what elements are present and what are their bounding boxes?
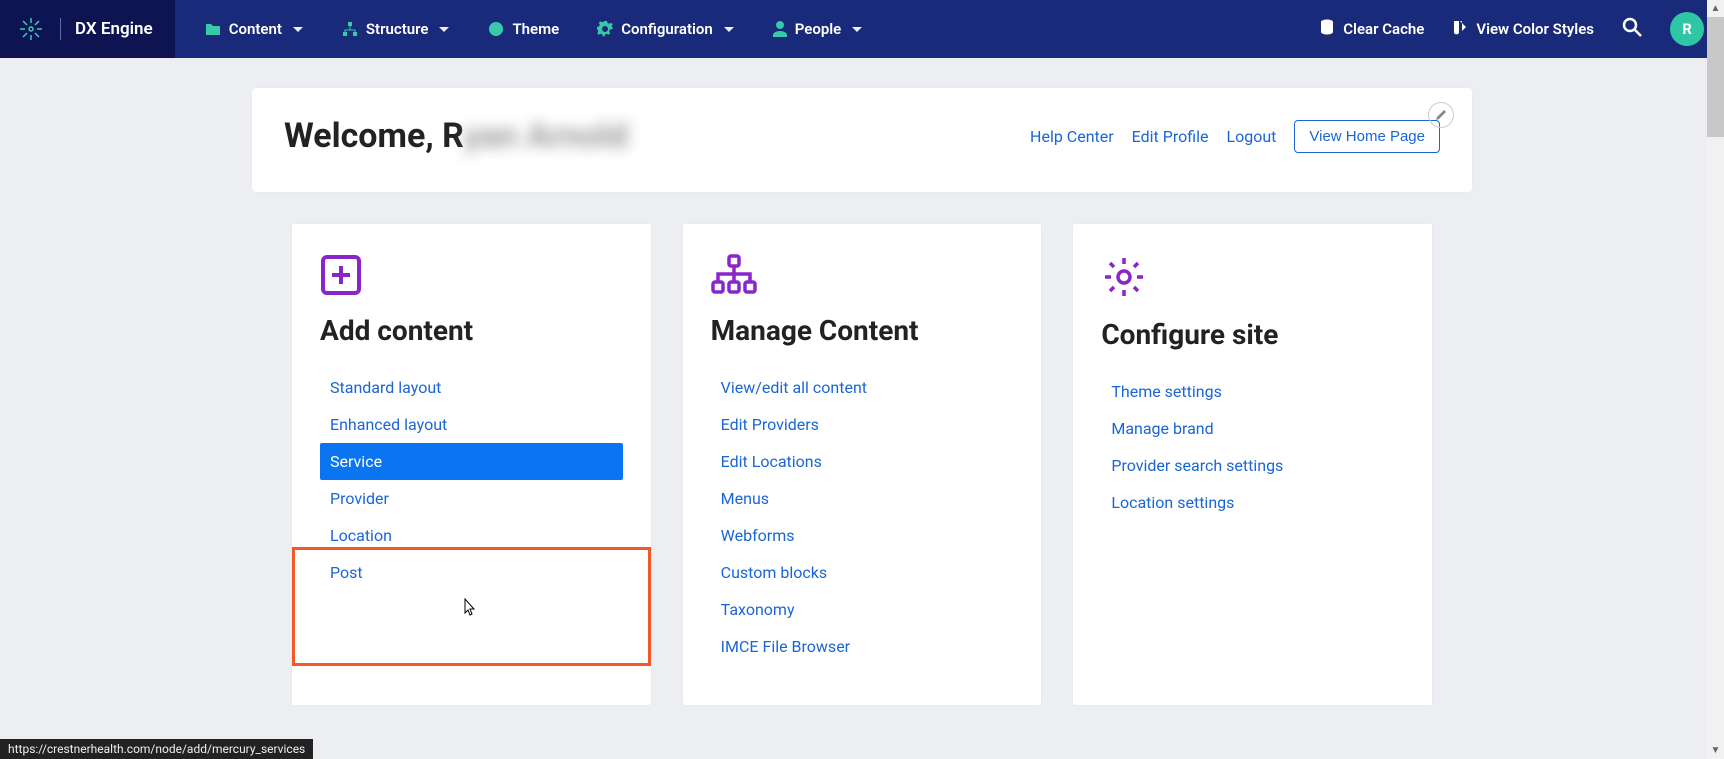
list-item[interactable]: Provider <box>320 480 623 517</box>
gear-large-icon <box>1101 254 1404 304</box>
welcome-bar: Welcome, Ryan Arnold Help Center Edit Pr… <box>252 88 1472 192</box>
manage-content-list: View/edit all contentEdit ProvidersEdit … <box>711 369 1014 665</box>
nav-label: Theme <box>512 20 559 38</box>
add-content-list: Standard layoutEnhanced layoutServicePro… <box>320 369 623 591</box>
search-icon <box>1622 17 1642 41</box>
list-item[interactable]: Location <box>320 517 623 554</box>
clear-cache-button[interactable]: Clear Cache <box>1319 19 1424 39</box>
cursor-icon <box>460 598 478 620</box>
avatar[interactable]: R <box>1670 12 1704 46</box>
nav-people[interactable]: People <box>773 20 864 38</box>
theme-icon <box>488 21 504 37</box>
card-configure-site: Configure site Theme settingsManage bran… <box>1073 224 1432 705</box>
clear-cache-label: Clear Cache <box>1343 20 1424 38</box>
page-title: Welcome, Ryan Arnold <box>284 116 628 156</box>
card-title: Add content <box>320 314 623 347</box>
list-item[interactable]: Custom blocks <box>711 554 1014 591</box>
list-item[interactable]: Standard layout <box>320 369 623 406</box>
view-home-page-button[interactable]: View Home Page <box>1294 120 1440 153</box>
nav-label: Configuration <box>621 20 713 38</box>
list-item[interactable]: Menus <box>711 480 1014 517</box>
sitemap-icon <box>711 254 1014 300</box>
structure-icon <box>342 21 358 37</box>
nav: Content Structure Theme Configuration Pe… <box>175 20 864 38</box>
search-button[interactable] <box>1622 17 1642 41</box>
nav-label: Content <box>229 20 282 38</box>
avatar-letter: R <box>1682 20 1692 38</box>
plus-square-icon <box>320 254 623 300</box>
logout-link[interactable]: Logout <box>1226 127 1276 146</box>
welcome-prefix: Welcome, R <box>284 116 464 156</box>
nav-theme[interactable]: Theme <box>488 20 559 38</box>
edit-button[interactable] <box>1428 102 1454 128</box>
list-item[interactable]: Enhanced layout <box>320 406 623 443</box>
card-title: Manage Content <box>711 314 1014 347</box>
scroll-thumb[interactable] <box>1707 17 1724 137</box>
nav-configuration[interactable]: Configuration <box>597 20 735 38</box>
brand[interactable]: DX Engine <box>0 0 175 58</box>
chevron-down-icon <box>723 20 735 38</box>
list-item[interactable]: Webforms <box>711 517 1014 554</box>
nav-label: People <box>795 20 842 38</box>
welcome-links: Help Center Edit Profile Logout View Hom… <box>1030 120 1440 153</box>
list-item[interactable]: Post <box>320 554 623 591</box>
nav-label: Structure <box>366 20 429 38</box>
list-item[interactable]: View/edit all content <box>711 369 1014 406</box>
list-item[interactable]: IMCE File Browser <box>711 628 1014 665</box>
list-item[interactable]: Manage brand <box>1101 410 1404 447</box>
scrollbar[interactable]: ▲ ▼ <box>1707 0 1724 759</box>
scroll-up-icon[interactable]: ▲ <box>1707 0 1724 17</box>
view-color-styles-button[interactable]: View Color Styles <box>1452 19 1594 39</box>
nav-content[interactable]: Content <box>205 20 304 38</box>
chevron-down-icon <box>851 20 863 38</box>
scroll-down-icon[interactable]: ▼ <box>1707 742 1724 759</box>
pencil-icon <box>1435 106 1447 125</box>
list-item[interactable]: Edit Locations <box>711 443 1014 480</box>
swatch-icon <box>1452 19 1468 39</box>
page: Welcome, Ryan Arnold Help Center Edit Pr… <box>232 88 1492 705</box>
nav-structure[interactable]: Structure <box>342 20 451 38</box>
database-icon <box>1319 19 1335 39</box>
person-icon <box>773 21 787 37</box>
view-styles-label: View Color Styles <box>1476 20 1594 38</box>
brand-name: DX Engine <box>75 19 153 39</box>
chevron-down-icon <box>438 20 450 38</box>
list-item[interactable]: Service <box>320 443 623 480</box>
topbar: DX Engine Content Structure Theme Config… <box>0 0 1724 58</box>
card-title: Configure site <box>1101 318 1404 351</box>
list-item[interactable]: Provider search settings <box>1101 447 1404 484</box>
help-center-link[interactable]: Help Center <box>1030 127 1114 146</box>
cards-row: Add content Standard layoutEnhanced layo… <box>252 224 1472 705</box>
card-add-content: Add content Standard layoutEnhanced layo… <box>292 224 651 705</box>
list-item[interactable]: Theme settings <box>1101 373 1404 410</box>
brand-logo-icon <box>18 16 44 42</box>
gear-icon <box>597 21 613 37</box>
brand-divider <box>60 18 61 40</box>
list-item[interactable]: Edit Providers <box>711 406 1014 443</box>
edit-profile-link[interactable]: Edit Profile <box>1132 127 1209 146</box>
welcome-name-blurred: yan Arnold <box>464 116 628 156</box>
topbar-right: Clear Cache View Color Styles R <box>1319 12 1724 46</box>
configure-site-list: Theme settingsManage brandProvider searc… <box>1101 373 1404 521</box>
list-item[interactable]: Location settings <box>1101 484 1404 521</box>
folder-icon <box>205 22 221 36</box>
chevron-down-icon <box>292 20 304 38</box>
status-bar: https://crestnerhealth.com/node/add/merc… <box>0 739 313 759</box>
card-manage-content: Manage Content View/edit all contentEdit… <box>683 224 1042 705</box>
list-item[interactable]: Taxonomy <box>711 591 1014 628</box>
